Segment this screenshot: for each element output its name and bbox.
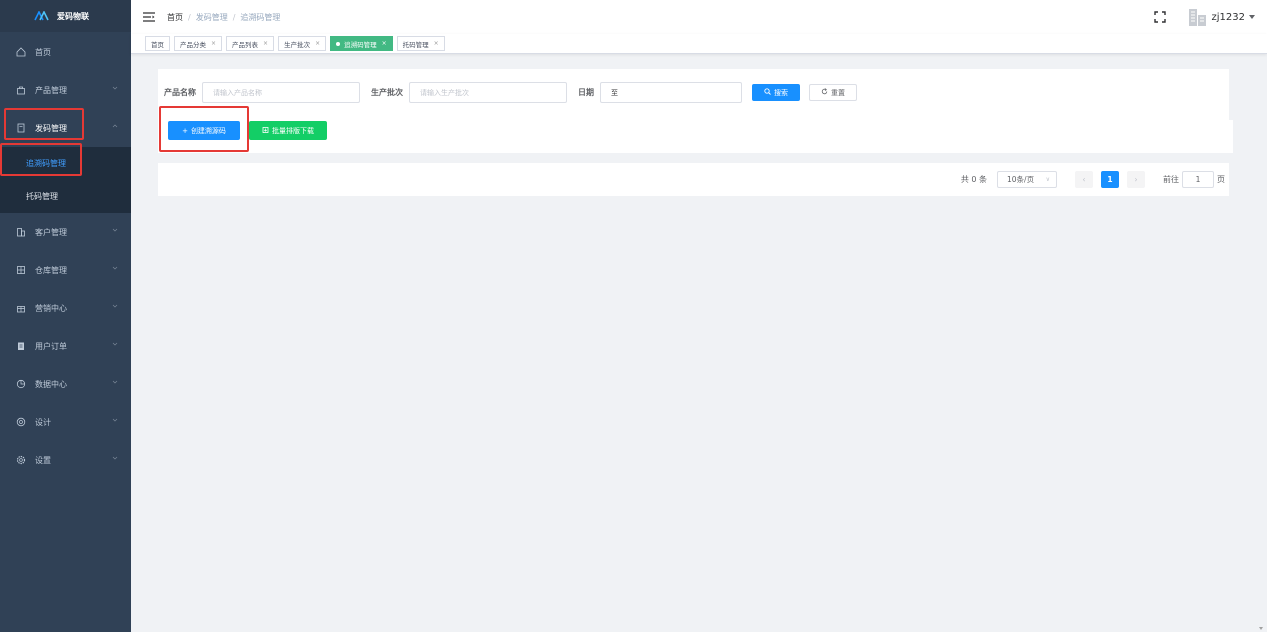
- tag-product-category[interactable]: 产品分类 ×: [174, 36, 223, 51]
- date-label: 日期: [578, 88, 594, 97]
- date-separator: 至: [611, 88, 618, 97]
- tag-product-list[interactable]: 产品列表 ×: [226, 36, 275, 51]
- search-icon: [764, 88, 771, 97]
- close-icon[interactable]: ×: [211, 40, 216, 47]
- grid-icon: [16, 265, 26, 275]
- sidebar-item-design[interactable]: 设计: [0, 403, 131, 441]
- breadcrumb-code-issuing[interactable]: 发码管理: [196, 12, 228, 23]
- reset-button[interactable]: 重置: [809, 84, 857, 101]
- sidebar-item-label: 客户管理: [35, 227, 67, 237]
- home-icon: [16, 47, 26, 57]
- sidebar-item-marketing[interactable]: 营销中心: [0, 289, 131, 327]
- sidebar-item-label: 设计: [35, 417, 51, 427]
- chevron-down-icon: [112, 418, 118, 422]
- sidebar: 爱码物联 首页 产品管理 发码管理 追溯码管理 托码管理 客户管理 仓库管理 营…: [0, 0, 131, 632]
- nav-right: zj1232: [1153, 0, 1255, 34]
- highlight-box-create-button: [159, 106, 249, 152]
- tags-view: 首页 产品分类 × 产品列表 × 生产批次 × 追溯码管理 × 托码管理 ×: [131, 34, 1267, 54]
- goto-prefix: 前往: [1163, 175, 1179, 184]
- sidebar-item-label: 数据中心: [35, 379, 67, 389]
- close-icon[interactable]: ×: [263, 40, 268, 47]
- sidebar-item-data-center[interactable]: 数据中心: [0, 365, 131, 403]
- fullscreen-icon[interactable]: [1153, 11, 1166, 23]
- chevron-up-icon: [112, 124, 118, 128]
- navbar: 首页 / 发码管理 / 追溯码管理 zj1232: [131, 0, 1267, 34]
- search-panel-edge: [1229, 120, 1233, 153]
- search-form: 产品名称 请输入产品名称 生产批次 请输入生产批次 日期 至 搜索 重置: [164, 82, 857, 103]
- breadcrumb: 首页 / 发码管理 / 追溯码管理: [167, 12, 281, 23]
- tag-home[interactable]: 首页: [145, 36, 170, 51]
- highlight-box-trace-code: [0, 143, 82, 176]
- pagination-total: 共 0 条: [960, 175, 987, 184]
- clipboard-icon: [16, 341, 26, 351]
- page-number-button[interactable]: 1: [1101, 171, 1119, 188]
- sidebar-item-label: 仓库管理: [35, 265, 67, 275]
- scroll-down-arrow[interactable]: [1259, 627, 1263, 630]
- shopping-bag-icon: [16, 85, 26, 95]
- chevron-down-icon: [112, 380, 118, 384]
- tag-production-batch[interactable]: 生产批次 ×: [278, 36, 327, 51]
- batch-input[interactable]: 请输入生产批次: [409, 82, 567, 103]
- gift-icon: [16, 303, 26, 313]
- sidebar-item-home[interactable]: 首页: [0, 33, 131, 71]
- tag-pallet-code[interactable]: 托码管理 ×: [396, 36, 445, 51]
- chevron-down-icon: [112, 266, 118, 270]
- tag-trace-code[interactable]: 追溯码管理 ×: [330, 36, 393, 51]
- page-size-select[interactable]: 10条/页 ∨: [997, 171, 1057, 188]
- sidebar-item-label: 产品管理: [35, 85, 67, 95]
- logo-icon: [34, 11, 49, 21]
- sidebar-item-label: 设置: [35, 455, 51, 465]
- username[interactable]: zj1232: [1212, 12, 1245, 23]
- chevron-down-icon: ∨: [1045, 176, 1050, 183]
- highlight-box-code-issuing: [4, 108, 84, 140]
- close-icon[interactable]: ×: [382, 40, 387, 47]
- prev-page-button[interactable]: ‹: [1075, 171, 1093, 188]
- active-dot: [336, 41, 341, 46]
- product-name-label: 产品名称: [164, 88, 196, 97]
- batch-download-button[interactable]: 批量排版下载: [249, 121, 327, 140]
- avatar[interactable]: [1188, 8, 1207, 27]
- app-name: 爱码物联: [57, 11, 89, 21]
- chevron-left-icon: ‹: [1082, 175, 1086, 184]
- pagination: 共 0 条 10条/页 ∨ ‹ 1 › 前往 1 页: [961, 171, 1225, 188]
- breadcrumb-home[interactable]: 首页: [167, 12, 183, 23]
- chevron-down-icon: [112, 342, 118, 346]
- refresh-icon: [821, 88, 828, 97]
- sidebar-item-label: 营销中心: [35, 303, 67, 313]
- product-name-input[interactable]: 请输入产品名称: [202, 82, 360, 103]
- hamburger-icon[interactable]: [143, 12, 155, 22]
- sidebar-item-orders[interactable]: 用户订单: [0, 327, 131, 365]
- goto-suffix: 页: [1217, 175, 1225, 184]
- date-range-picker[interactable]: 至: [600, 82, 742, 103]
- table-panel: 共 0 条 10条/页 ∨ ‹ 1 › 前往 1 页: [158, 163, 1229, 196]
- sidebar-item-label: 首页: [35, 47, 51, 57]
- batch-label: 生产批次: [371, 88, 403, 97]
- gear-icon: [16, 455, 26, 465]
- close-icon[interactable]: ×: [434, 40, 439, 47]
- chevron-down-icon: [112, 86, 118, 90]
- caret-down-icon[interactable]: [1249, 15, 1255, 19]
- search-button[interactable]: 搜索: [752, 84, 800, 101]
- sub-item-label: 托码管理: [26, 192, 58, 201]
- sidebar-item-label: 用户订单: [35, 341, 67, 351]
- chevron-down-icon: [112, 228, 118, 232]
- sidebar-subitem-pallet-code[interactable]: 托码管理: [0, 180, 131, 213]
- goto-page-input[interactable]: 1: [1182, 171, 1214, 188]
- flower-icon: [16, 417, 26, 427]
- next-page-button[interactable]: ›: [1127, 171, 1145, 188]
- sidebar-item-products[interactable]: 产品管理: [0, 71, 131, 109]
- close-icon[interactable]: ×: [315, 40, 320, 47]
- sidebar-item-settings[interactable]: 设置: [0, 441, 131, 479]
- building-icon: [16, 227, 26, 237]
- sidebar-item-customers[interactable]: 客户管理: [0, 213, 131, 251]
- chevron-right-icon: ›: [1134, 175, 1138, 184]
- search-panel: 产品名称 请输入产品名称 生产批次 请输入生产批次 日期 至 搜索 重置 + 创…: [158, 69, 1229, 153]
- logo[interactable]: 爱码物联: [0, 0, 131, 32]
- download-icon: [262, 126, 269, 135]
- sidebar-item-warehouse[interactable]: 仓库管理: [0, 251, 131, 289]
- pie-chart-icon: [16, 379, 26, 389]
- breadcrumb-trace-code: 追溯码管理: [240, 12, 281, 22]
- chevron-down-icon: [112, 304, 118, 308]
- chevron-down-icon: [112, 456, 118, 460]
